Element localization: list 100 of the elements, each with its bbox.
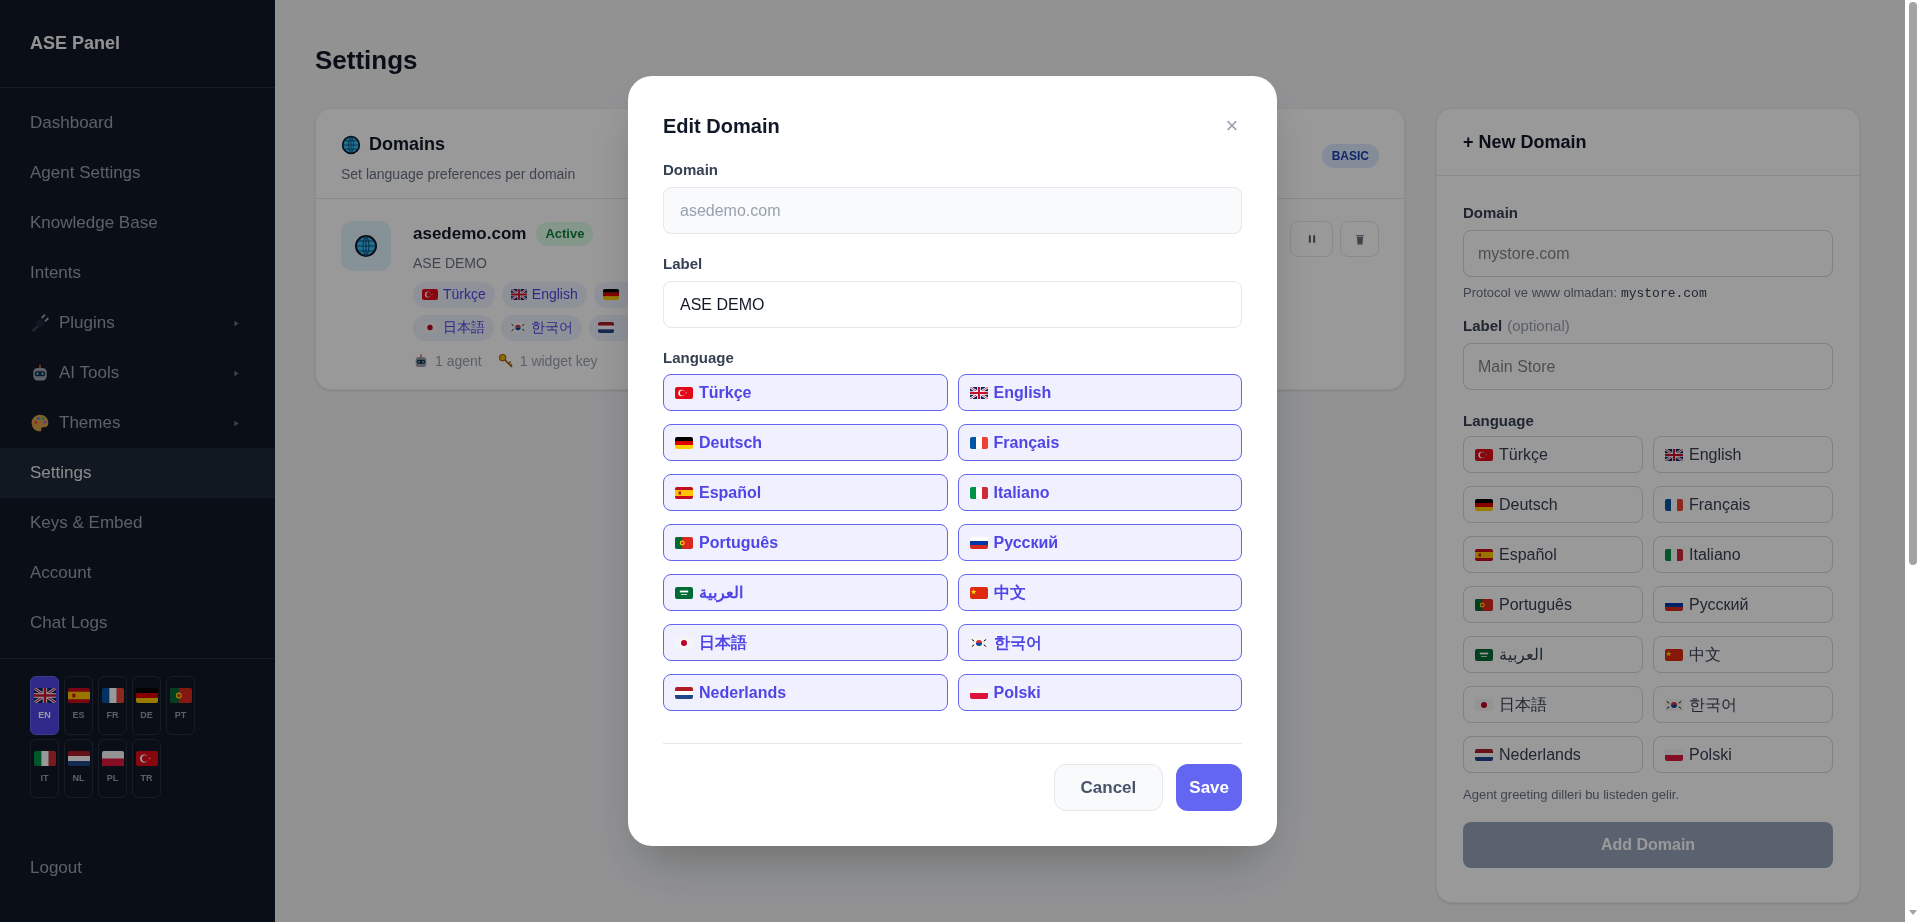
field-label: Language	[663, 348, 735, 367]
language-chip: 日本語	[413, 314, 494, 341]
language-option[interactable]: العربية	[1463, 636, 1643, 673]
plan-badge: BASIC	[1321, 144, 1379, 168]
flag-icon	[1665, 748, 1683, 761]
label-input[interactable]: ASE DEMO	[663, 281, 1242, 328]
flag-icon	[510, 322, 526, 333]
language-button[interactable]: DE	[132, 676, 161, 735]
nav-item[interactable]: Agent Settings	[0, 148, 275, 198]
save-button[interactable]: Save	[1176, 764, 1242, 811]
language-option[interactable]: English	[957, 374, 1242, 411]
nav-item[interactable]: Settings	[0, 448, 275, 498]
language-option[interactable]: English	[1653, 436, 1833, 473]
cancel-button[interactable]: Cancel	[1053, 764, 1164, 811]
flag-icon	[969, 436, 988, 449]
caret-icon	[233, 369, 240, 377]
close-button[interactable]: ×	[1222, 116, 1242, 136]
language-option[interactable]: Italiano	[957, 474, 1242, 511]
label-input[interactable]: Main Store	[1463, 343, 1833, 390]
scrollbar[interactable]	[1905, 0, 1920, 922]
card-title: Domains	[369, 133, 446, 156]
language-option[interactable]: العربية	[663, 574, 948, 611]
flag-icon	[67, 688, 90, 704]
dialog-title: Edit Domain	[663, 114, 780, 139]
language-option[interactable]: 日本語	[1463, 686, 1643, 723]
language-option[interactable]: Türkçe	[1463, 436, 1643, 473]
language-option[interactable]: Polski	[957, 674, 1242, 711]
flag-icon	[1475, 748, 1493, 761]
flag-icon	[422, 322, 438, 333]
trash-icon	[1354, 232, 1365, 246]
flag-icon	[169, 688, 192, 704]
field-label: Domain	[1463, 203, 1519, 222]
nav-item[interactable]: Knowledge Base	[0, 198, 275, 248]
language-option[interactable]: Español	[1463, 536, 1643, 573]
language-button[interactable]: TR	[132, 739, 161, 798]
widget-key-count: 1 widget key	[519, 351, 598, 371]
code-snippet: mystore.com	[1620, 285, 1707, 303]
language-option[interactable]: Português	[1463, 586, 1643, 623]
nav-item[interactable]: Account	[0, 548, 275, 598]
flag-icon	[101, 688, 124, 704]
language-option[interactable]: Italiano	[1653, 536, 1833, 573]
language-chip: Türkçe	[413, 281, 495, 308]
flag-icon	[33, 688, 56, 704]
flag-icon	[1475, 498, 1493, 511]
language-option[interactable]: Nederlands	[1463, 736, 1643, 773]
globe-icon	[341, 134, 361, 155]
flag-icon	[1475, 548, 1493, 561]
language-option[interactable]: Español	[663, 474, 948, 511]
language-option[interactable]: Polski	[1653, 736, 1833, 773]
logout-link[interactable]: Logout	[0, 843, 275, 893]
language-button[interactable]: EN	[30, 676, 59, 735]
flag-icon	[1475, 598, 1493, 611]
nav-item[interactable]: Keys & Embed	[0, 498, 275, 548]
robot-icon	[30, 363, 50, 383]
agent-count: 1 agent	[435, 351, 482, 371]
scrollbar-thumb[interactable]	[1908, 2, 1917, 565]
language-option[interactable]: Français	[1653, 486, 1833, 523]
nav-item[interactable]: Plugins	[0, 298, 275, 348]
language-button[interactable]: PT	[166, 676, 195, 735]
field-label: Language	[1463, 411, 1535, 430]
flag-icon	[101, 751, 124, 767]
language-option[interactable]: Français	[957, 424, 1242, 461]
language-option[interactable]: 中文	[1653, 636, 1833, 673]
language-option[interactable]: 한국어	[1653, 686, 1833, 723]
language-button[interactable]: NL	[64, 739, 93, 798]
hint-text: Protocol ve www olmadan:	[1463, 284, 1617, 302]
language-option[interactable]: 한국어	[957, 624, 1242, 661]
flag-icon	[1665, 648, 1683, 661]
flag-icon	[422, 289, 438, 300]
pause-button[interactable]	[1290, 221, 1333, 257]
language-button[interactable]: ES	[64, 676, 93, 735]
flag-icon	[1475, 648, 1493, 661]
language-option[interactable]: Português	[663, 524, 948, 561]
delete-button[interactable]	[1340, 221, 1379, 257]
language-option[interactable]: 中文	[957, 574, 1242, 611]
language-option[interactable]: Deutsch	[1463, 486, 1643, 523]
nav-item[interactable]: Chat Logs	[0, 598, 275, 648]
flag-icon	[969, 536, 988, 549]
language-button[interactable]: FR	[98, 676, 127, 735]
language-option[interactable]: Русский	[957, 524, 1242, 561]
nav-item[interactable]: Dashboard	[0, 98, 275, 148]
language-option[interactable]: Türkçe	[663, 374, 948, 411]
flag-icon	[67, 751, 90, 767]
nav-item[interactable]: Themes	[0, 398, 275, 448]
language-button[interactable]: IT	[30, 739, 59, 798]
domain-input[interactable]: mystore.com	[1463, 230, 1833, 277]
language-option[interactable]: Русский	[1653, 586, 1833, 623]
flag-icon	[675, 436, 693, 449]
language-option[interactable]: Deutsch	[663, 424, 948, 461]
language-button[interactable]: PL	[98, 739, 127, 798]
language-option[interactable]: Nederlands	[663, 674, 948, 711]
flag-icon	[1665, 698, 1683, 711]
nav-item[interactable]: Intents	[0, 248, 275, 298]
flag-icon	[969, 386, 988, 399]
optional-note: (optional)	[1507, 316, 1570, 336]
flag-icon	[969, 636, 988, 649]
app-title: ASE Panel	[30, 32, 121, 55]
language-option[interactable]: 日本語	[663, 624, 948, 661]
nav-item[interactable]: AI Tools	[0, 348, 275, 398]
flag-icon	[33, 751, 56, 767]
